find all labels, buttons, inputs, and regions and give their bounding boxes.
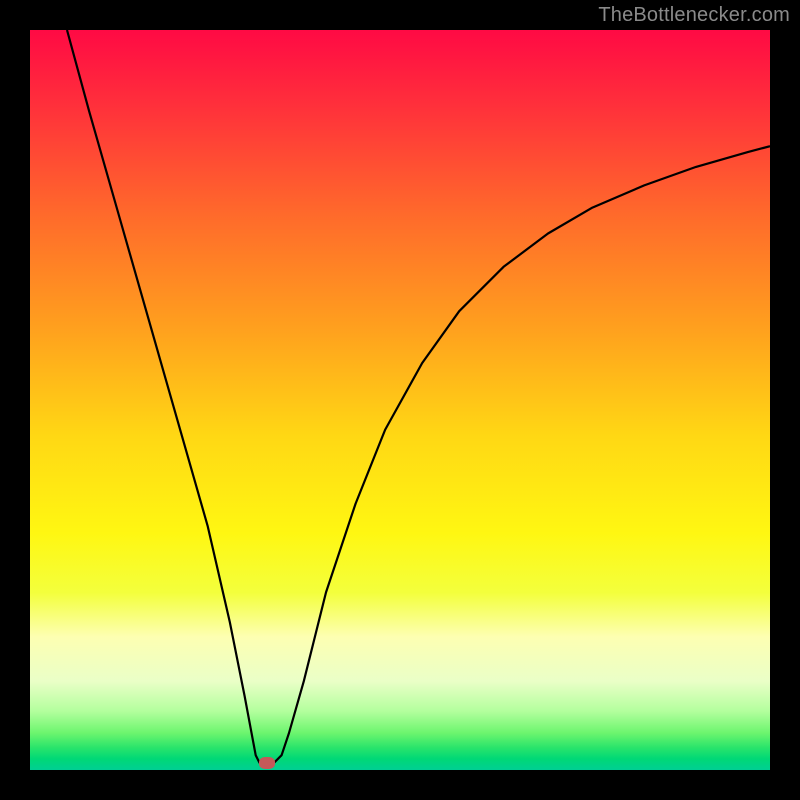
curve-svg: [30, 30, 770, 770]
optimum-marker-icon: [259, 757, 275, 769]
bottleneck-curve: [67, 30, 770, 763]
chart-frame: TheBottlenecker.com: [0, 0, 800, 800]
plot-area: [30, 30, 770, 770]
attribution-label: TheBottlenecker.com: [598, 4, 790, 27]
